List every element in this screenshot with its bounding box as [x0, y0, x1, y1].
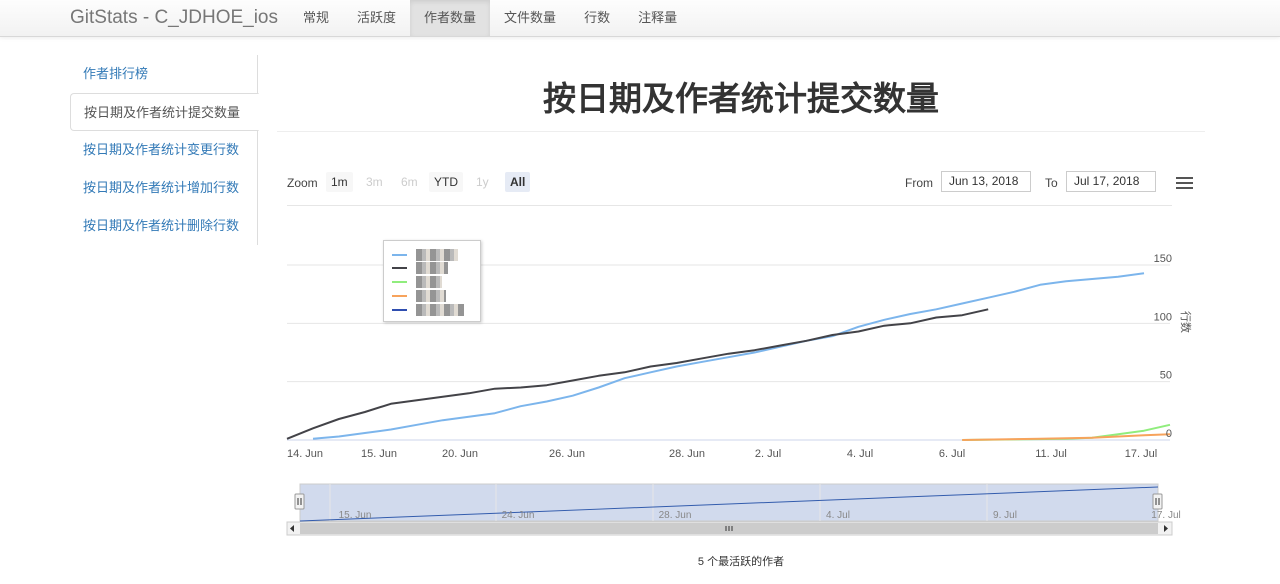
x-tick-label: 11. Jul [1035, 448, 1067, 460]
x-tick-label: 2. Jul [755, 448, 781, 460]
navigator-left-handle[interactable] [294, 493, 305, 510]
range-navigator: 15. Jun 24. Jun 28. Jun 4. Jul 9. Jul 17. Jul [286, 483, 1181, 536]
zoom-label: Zoom [287, 176, 318, 190]
series-line [286, 308, 989, 440]
navigator-right-handle[interactable] [1152, 493, 1163, 510]
legend-swatch [392, 309, 407, 311]
x-tick-label: 14. Jun [287, 448, 323, 460]
x-tick-label: 4. Jul [847, 448, 873, 460]
y-tick-label: 150 [1154, 253, 1172, 265]
legend-item[interactable] [392, 304, 472, 316]
legend-name-redacted [416, 276, 442, 288]
legend-name-redacted [416, 304, 464, 316]
legend-item[interactable] [392, 249, 472, 261]
toolbar-divider [287, 205, 1172, 206]
legend-item[interactable] [392, 276, 472, 288]
navigator-tick-label: 9. Jul [993, 510, 1017, 521]
zoom-3m-button[interactable]: 3m [361, 172, 388, 192]
navigator-tick-label: 15. Jun [339, 510, 372, 521]
series-line [962, 433, 1171, 441]
navigator-tick-label: 4. Jul [826, 510, 850, 521]
x-tick-label: 17. Jul [1125, 448, 1157, 460]
legend-name-redacted [416, 290, 446, 302]
legend-swatch [392, 267, 407, 269]
y-axis-label: 行数 [1179, 311, 1192, 333]
zoom-1y-button[interactable]: 1y [471, 172, 494, 192]
legend-item[interactable] [392, 262, 472, 274]
legend-name-redacted [416, 262, 448, 274]
hamburger-menu-icon[interactable] [1176, 177, 1193, 192]
legend-item[interactable] [392, 290, 472, 302]
x-tick-label: 6. Jul [939, 448, 965, 460]
y-axis: 0 50 100 150 [1154, 253, 1172, 440]
to-label: To [1045, 176, 1058, 190]
x-tick-label: 26. Jun [549, 448, 585, 460]
x-tick-label: 20. Jun [442, 448, 478, 460]
navigator-tick-label: 28. Jun [659, 510, 692, 521]
x-axis: 14. Jun 15. Jun 20. Jun 26. Jun 28. Jun 2. Ju… [287, 448, 1157, 460]
y-tick-label: 50 [1160, 370, 1172, 382]
zoom-all-button[interactable]: All [505, 172, 531, 192]
from-date-input[interactable]: Jun 13, 2018 [941, 171, 1031, 192]
y-tick-label: 0 [1166, 428, 1172, 440]
legend-swatch [392, 295, 407, 297]
legend-swatch [392, 281, 407, 283]
legend-name-redacted [416, 249, 458, 261]
navigator-tick-label: 17. Jul [1151, 510, 1180, 521]
commits-line-chart: 14. Jun 15. Jun 20. Jun 26. Jun 28. Jun 2. Ju… [286, 253, 1192, 536]
zoom-6m-button[interactable]: 6m [396, 172, 423, 192]
from-label: From [905, 176, 933, 190]
to-date-input[interactable]: Jul 17, 2018 [1066, 171, 1156, 192]
zoom-1m-button[interactable]: 1m [326, 172, 353, 192]
y-tick-label: 100 [1154, 311, 1172, 323]
legend-swatch [392, 254, 407, 256]
chart-legend [383, 240, 481, 322]
zoom-ytd-button[interactable]: YTD [429, 172, 463, 192]
chart-caption: 5 个最活跃的作者 [697, 556, 785, 568]
x-tick-label: 28. Jun [669, 448, 705, 460]
x-tick-label: 15. Jun [361, 448, 397, 460]
navigator-tick-label: 24. Jun [502, 510, 535, 521]
